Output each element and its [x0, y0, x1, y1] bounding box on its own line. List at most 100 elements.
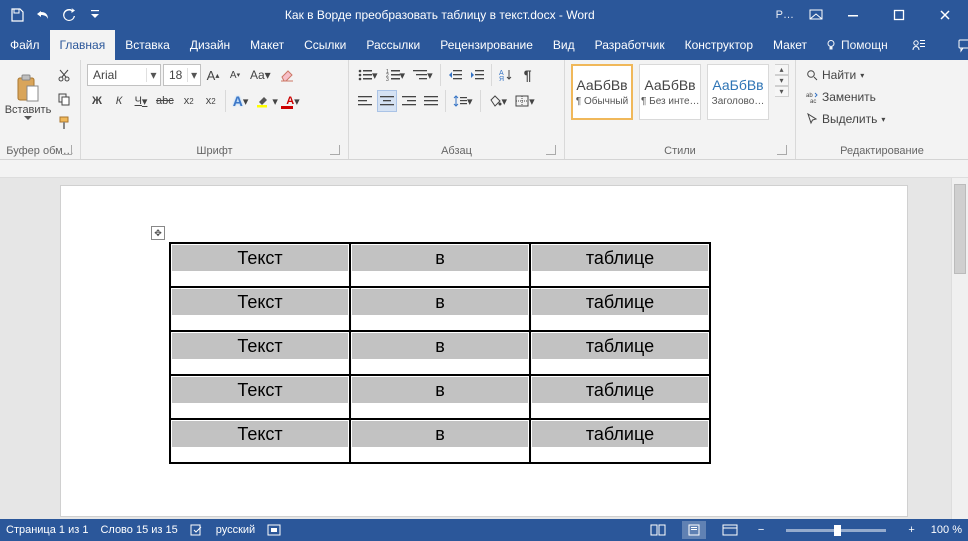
- align-left-button[interactable]: [355, 90, 375, 112]
- style-heading1[interactable]: АаБбВвЗаголово…: [707, 64, 769, 120]
- save-icon[interactable]: [6, 4, 28, 26]
- zoom-level[interactable]: 100 %: [931, 524, 962, 536]
- tab-mailings[interactable]: Рассылки: [356, 30, 430, 60]
- font-color-button[interactable]: A▾: [283, 90, 303, 112]
- table-cell[interactable]: таблице: [530, 331, 710, 375]
- cell-text[interactable]: Текст: [172, 245, 348, 271]
- close-button[interactable]: [922, 0, 968, 30]
- table-row[interactable]: Текствтаблице: [170, 243, 710, 287]
- table-cell[interactable]: таблице: [530, 419, 710, 463]
- font-size-combo[interactable]: 18▾: [163, 64, 201, 86]
- style-normal[interactable]: АаБбВв¶ Обычный: [571, 64, 633, 120]
- table-cell[interactable]: Текст: [170, 243, 350, 287]
- tab-view[interactable]: Вид: [543, 30, 585, 60]
- paste-button[interactable]: Вставить: [6, 64, 50, 130]
- shading-button[interactable]: ▾: [485, 90, 511, 112]
- line-spacing-button[interactable]: ▾: [450, 90, 476, 112]
- tab-insert[interactable]: Вставка: [115, 30, 180, 60]
- shrink-font-button[interactable]: A▾: [225, 64, 245, 86]
- show-marks-button[interactable]: ¶: [518, 64, 538, 86]
- table-cell[interactable]: в: [350, 331, 530, 375]
- bullets-button[interactable]: ▾: [355, 64, 381, 86]
- styles-expand[interactable]: ▾: [775, 86, 789, 97]
- cell-text[interactable]: Текст: [172, 333, 348, 359]
- comments-button[interactable]: [942, 30, 968, 60]
- italic-button[interactable]: К: [109, 90, 129, 112]
- maximize-button[interactable]: [876, 0, 922, 30]
- user-name[interactable]: P…: [768, 9, 802, 21]
- table-cell[interactable]: таблице: [530, 375, 710, 419]
- tab-home[interactable]: Главная: [50, 30, 116, 60]
- tab-table-layout[interactable]: Макет: [763, 30, 817, 60]
- zoom-slider-knob[interactable]: [834, 525, 841, 536]
- styles-scroll-up[interactable]: ▴: [775, 64, 789, 75]
- table-cell[interactable]: Текст: [170, 375, 350, 419]
- format-painter-button[interactable]: [54, 112, 74, 134]
- text-effects-button[interactable]: A▾: [230, 90, 252, 112]
- cell-text[interactable]: таблице: [532, 245, 708, 271]
- table-cell[interactable]: Текст: [170, 331, 350, 375]
- replace-button[interactable]: abacЗаменить: [802, 86, 880, 108]
- status-language[interactable]: русский: [216, 524, 255, 536]
- cell-text[interactable]: таблице: [532, 289, 708, 315]
- table-cell[interactable]: в: [350, 375, 530, 419]
- bold-button[interactable]: Ж: [87, 90, 107, 112]
- table-move-handle[interactable]: ✥: [151, 226, 165, 240]
- subscript-button[interactable]: x2: [179, 90, 199, 112]
- table-cell[interactable]: в: [350, 419, 530, 463]
- tab-review[interactable]: Рецензирование: [430, 30, 543, 60]
- superscript-button[interactable]: x2: [201, 90, 221, 112]
- clipboard-dialog-launcher[interactable]: [62, 145, 72, 155]
- font-name-combo[interactable]: Arial▾: [87, 64, 161, 86]
- status-page[interactable]: Страница 1 из 1: [6, 524, 88, 536]
- view-print-layout[interactable]: [682, 521, 706, 539]
- ribbon-options-icon[interactable]: [802, 0, 830, 30]
- table-row[interactable]: Текствтаблице: [170, 331, 710, 375]
- table-cell[interactable]: в: [350, 287, 530, 331]
- table-row[interactable]: Текствтаблице: [170, 287, 710, 331]
- underline-button[interactable]: Ч▾: [131, 90, 151, 112]
- share-button[interactable]: [896, 30, 942, 60]
- cell-text[interactable]: Текст: [172, 421, 348, 447]
- align-right-button[interactable]: [399, 90, 419, 112]
- document-table[interactable]: ТекствтаблицеТекствтаблицеТекствтаблицеТ…: [169, 242, 711, 464]
- vertical-scrollbar[interactable]: [951, 178, 968, 519]
- table-row[interactable]: Текствтаблице: [170, 419, 710, 463]
- zoom-slider[interactable]: [786, 529, 886, 532]
- cell-text[interactable]: таблице: [532, 377, 708, 403]
- cell-text[interactable]: в: [352, 245, 528, 271]
- clear-formatting-button[interactable]: [276, 64, 298, 86]
- tab-references[interactable]: Ссылки: [294, 30, 356, 60]
- styles-scroll-down[interactable]: ▾: [775, 75, 789, 86]
- tell-me-search[interactable]: Помощн: [817, 30, 896, 60]
- cell-text[interactable]: Текст: [172, 377, 348, 403]
- find-button[interactable]: Найти▾: [802, 64, 868, 86]
- ruler[interactable]: [0, 160, 968, 178]
- highlight-button[interactable]: ▾: [253, 90, 281, 112]
- multilevel-list-button[interactable]: ▾: [410, 64, 436, 86]
- status-spellcheck-icon[interactable]: [190, 524, 204, 536]
- table-row[interactable]: Текствтаблице: [170, 375, 710, 419]
- tab-design[interactable]: Дизайн: [180, 30, 240, 60]
- scrollbar-thumb[interactable]: [954, 184, 966, 274]
- zoom-out-button[interactable]: −: [754, 524, 768, 536]
- cell-text[interactable]: в: [352, 377, 528, 403]
- cell-text[interactable]: таблице: [532, 333, 708, 359]
- cell-text[interactable]: в: [352, 421, 528, 447]
- table-cell[interactable]: в: [350, 243, 530, 287]
- style-no-spacing[interactable]: АаБбВв¶ Без инте…: [639, 64, 701, 120]
- undo-icon[interactable]: [32, 4, 54, 26]
- numbering-button[interactable]: 123▾: [383, 64, 409, 86]
- cell-text[interactable]: в: [352, 289, 528, 315]
- cell-text[interactable]: Текст: [172, 289, 348, 315]
- tab-file[interactable]: Файл: [0, 30, 50, 60]
- zoom-in-button[interactable]: +: [904, 524, 918, 536]
- view-web-layout[interactable]: [718, 521, 742, 539]
- status-words[interactable]: Слово 15 из 15: [100, 524, 177, 536]
- increase-indent-button[interactable]: [467, 64, 487, 86]
- table-cell[interactable]: таблице: [530, 243, 710, 287]
- font-dialog-launcher[interactable]: [330, 145, 340, 155]
- cell-text[interactable]: в: [352, 333, 528, 359]
- redo-icon[interactable]: [58, 4, 80, 26]
- copy-button[interactable]: [54, 88, 74, 110]
